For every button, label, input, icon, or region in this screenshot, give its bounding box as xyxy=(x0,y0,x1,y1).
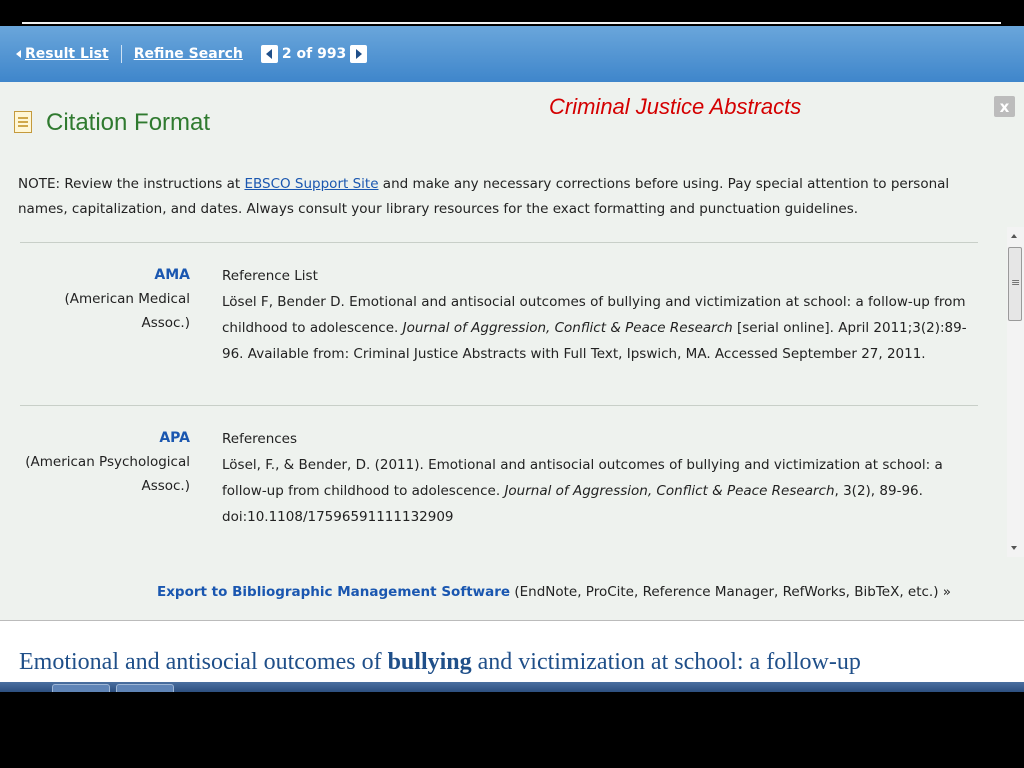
citation-body[interactable]: Reference List Lösel F, Bender D. Emotio… xyxy=(222,263,972,367)
database-name: Criminal Justice Abstracts xyxy=(549,94,802,119)
citation-format-panel: Citation Format Criminal Justice Abstrac… xyxy=(0,82,1024,620)
result-list-link[interactable]: Result List xyxy=(25,46,109,62)
citation-style-label: AMA (American Medical Assoc.) xyxy=(20,263,190,335)
export-line: Export to Bibliographic Management Softw… xyxy=(157,584,952,600)
top-border xyxy=(22,22,1001,24)
citation-text: Lösel F, Bender D. Emotional and antisoc… xyxy=(222,294,967,362)
taskbar-button[interactable] xyxy=(116,684,174,692)
citation-scrollbar[interactable] xyxy=(1007,227,1024,557)
article-title[interactable]: Emotional and antisocial outcomes of bul… xyxy=(19,649,861,676)
nav-separator xyxy=(120,45,122,63)
journal-title: Journal of Aggression, Conflict & Peace … xyxy=(504,483,835,499)
citation-text: Lösel, F., & Bender, D. (2011). Emotiona… xyxy=(222,457,943,525)
citation-style-full: (American Medical Assoc.) xyxy=(64,291,190,331)
taskbar-button[interactable] xyxy=(52,684,110,692)
taskbar xyxy=(0,682,1024,692)
note-text: NOTE: Review the instructions at EBSCO S… xyxy=(18,176,950,217)
ebsco-support-link[interactable]: EBSCO Support Site xyxy=(244,176,378,192)
chevron-left-icon xyxy=(266,49,273,59)
citation-list: AMA (American Medical Assoc.) Reference … xyxy=(20,242,978,558)
journal-title: Journal of Aggression, Conflict & Peace … xyxy=(402,320,733,336)
scroll-down-arrow-icon[interactable] xyxy=(1011,546,1017,550)
article-header: Emotional and antisocial outcomes of bul… xyxy=(0,620,1024,683)
citation-heading: Reference List xyxy=(222,268,318,284)
citation-body[interactable]: References Lösel, F., & Bender, D. (2011… xyxy=(222,426,972,530)
pager-count: 2 of 993 xyxy=(281,46,347,62)
refine-search-link[interactable]: Refine Search xyxy=(134,46,243,62)
scroll-up-arrow-icon[interactable] xyxy=(1011,234,1017,238)
citation-style-abbr: APA xyxy=(159,430,190,446)
previous-result-button[interactable] xyxy=(260,45,278,63)
citation-apa: APA (American Psychological Assoc.) Refe… xyxy=(20,406,978,558)
next-result-button[interactable] xyxy=(350,45,368,63)
close-button[interactable]: x xyxy=(994,96,1015,117)
back-arrow-icon xyxy=(16,50,21,58)
citation-ama: AMA (American Medical Assoc.) Reference … xyxy=(20,243,978,405)
citation-style-abbr: AMA xyxy=(154,267,190,283)
chevron-right-icon xyxy=(355,49,362,59)
citation-style-label: APA (American Psychological Assoc.) xyxy=(20,426,190,498)
citation-style-full: (American Psychological Assoc.) xyxy=(25,454,190,494)
page-title: Citation Format xyxy=(46,109,211,136)
scroll-thumb[interactable] xyxy=(1008,247,1022,321)
document-icon xyxy=(14,111,32,133)
export-link[interactable]: Export to Bibliographic Management Softw… xyxy=(157,584,510,600)
citation-heading: References xyxy=(222,431,298,447)
navigation-bar: Result List Refine Search 2 of 993 xyxy=(0,26,1024,82)
